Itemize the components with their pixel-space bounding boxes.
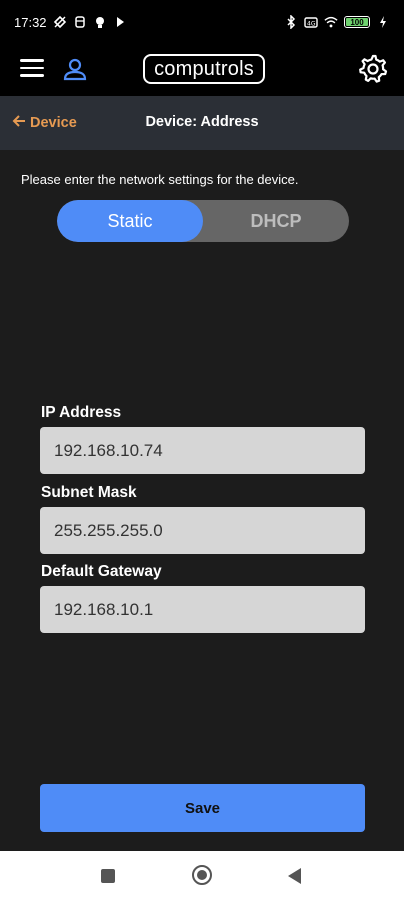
subnet-mask-label: Subnet Mask (41, 484, 137, 501)
instructions-text: Please enter the network settings for th… (21, 172, 299, 187)
mode-toggle: Static DHCP (57, 200, 349, 242)
battery-icon: 100 (344, 16, 370, 28)
default-gateway-field[interactable] (40, 586, 365, 633)
back-triangle-icon[interactable] (288, 868, 301, 884)
ip-address-field[interactable] (40, 427, 365, 474)
page-title: Device: Address (145, 114, 259, 130)
play-icon (113, 15, 127, 29)
computrols-logo: computrols (143, 54, 265, 84)
dhcp-option[interactable]: DHCP (203, 200, 349, 242)
battery-level: 100 (346, 18, 368, 27)
sim-icon: 4G (304, 15, 318, 29)
menu-icon[interactable] (20, 59, 44, 79)
subnet-mask-field[interactable] (40, 507, 365, 554)
gear-icon[interactable] (358, 54, 388, 84)
app-icon (73, 15, 87, 29)
screen: 17:32 4G 100 computrols Device Device: A… (0, 0, 404, 900)
navigation-bar: Device Device: Address (0, 96, 404, 150)
status-left: 17:32 (14, 15, 127, 30)
status-right: 4G 100 (284, 15, 390, 29)
static-option[interactable]: Static (57, 200, 203, 242)
user-icon[interactable] (62, 56, 88, 82)
ip-address-label: IP Address (41, 404, 122, 421)
recents-icon[interactable] (101, 869, 115, 883)
charging-icon (376, 15, 390, 29)
home-icon[interactable] (192, 865, 212, 885)
save-button[interactable]: Save (40, 784, 365, 832)
svg-text:4G: 4G (307, 21, 316, 28)
default-gateway-label: Default Gateway (41, 563, 162, 580)
bulb-icon (93, 15, 107, 29)
wifi-icon (324, 15, 338, 29)
system-navigation-bar (0, 851, 404, 900)
status-time: 17:32 (14, 14, 47, 30)
status-bar: 17:32 4G 100 (0, 0, 404, 44)
app-header: computrols (0, 44, 404, 96)
notification-icon (53, 15, 67, 29)
bluetooth-icon (284, 15, 298, 29)
